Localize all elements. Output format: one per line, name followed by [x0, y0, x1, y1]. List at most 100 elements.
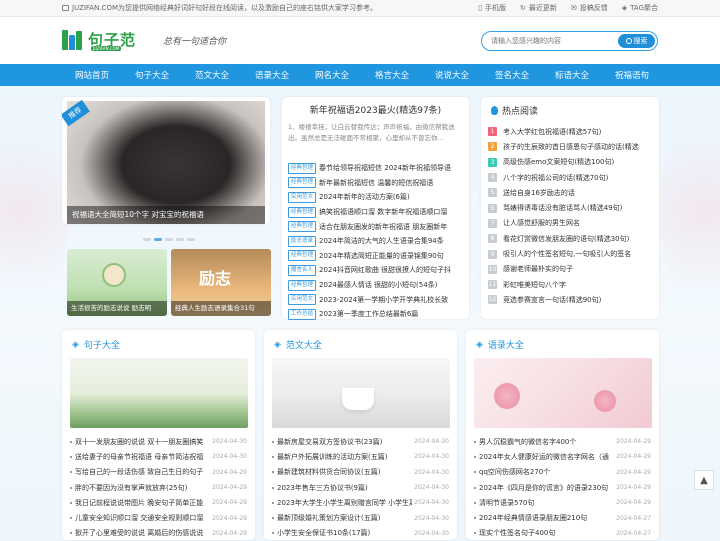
item-title[interactable]: qq空间伤感网名270个: [474, 467, 614, 477]
nav-essays[interactable]: 范文大全: [182, 69, 242, 81]
hot-item-title[interactable]: 八个字的祝福公司的话(精选70句): [503, 173, 608, 183]
category-label[interactable]: 经典哲理: [288, 162, 317, 174]
item-title[interactable]: 2023年售车三方协议书(9篇): [272, 483, 412, 493]
item-title[interactable]: 适合在朋友圈发的新年祝福语 朋友圈新年: [319, 222, 447, 232]
item-title[interactable]: 2024年女人健康好运的微信名字网名（通: [474, 452, 614, 462]
list-item[interactable]: 2023年大学生小学生离别赠言同学 小学生离别 2024-04-30: [272, 495, 449, 510]
hot-item[interactable]: 7 让人感觉舒服的男生网名: [488, 216, 652, 231]
list-item[interactable]: 最新顶级婚礼策划方案设计(五篇) 2024-04-30: [272, 510, 449, 525]
item-title[interactable]: 春节给领导祝福短信 2024新年祝福领导语: [319, 163, 451, 173]
hot-item[interactable]: 9 吸引人的个性签名短句,一句吸引人的签名: [488, 246, 652, 261]
list-item[interactable]: 实用范文 2024年新年的活动方案(6篇): [288, 190, 463, 205]
slider-dot-active[interactable]: [154, 238, 162, 241]
hot-item-title[interactable]: 高级伤感emo文案短句(精选100句): [503, 157, 614, 167]
hot-item-title[interactable]: 孩子的生辰致的首日感恩句子感动的话(精选: [503, 142, 639, 152]
list-item[interactable]: qq空间伤感网名270个 2024-04-29: [474, 465, 651, 480]
card-image[interactable]: [70, 358, 248, 428]
category-label[interactable]: 赠言名人: [288, 264, 317, 276]
nav-home[interactable]: 网站首页: [62, 69, 122, 81]
list-item[interactable]: 写给自己的一段话伤感 致自己生日的句子 2024-04-29: [70, 465, 247, 480]
category-label[interactable]: 励志语录: [288, 235, 317, 247]
recent-updates-link[interactable]: ↻ 最近更新: [520, 3, 557, 13]
item-title[interactable]: 2024年简洁的大气的人生语录合集94条: [319, 236, 444, 246]
item-title[interactable]: 双十一发朋友圈的说说 双十一朋友圈搞笑: [70, 437, 210, 447]
list-item[interactable]: 2024年女人健康好运的微信名字网名（通 2024-04-29: [474, 449, 651, 464]
slider-caption[interactable]: 祝福语大全简短10个字 对宝宝的祝福语: [67, 206, 265, 224]
list-item[interactable]: 最新房屋交易双方签协议书(23篇) 2024-04-30: [272, 434, 449, 449]
item-title[interactable]: 儿童安全知识顺口溜 交通安全规则顺口溜: [70, 513, 210, 523]
mobile-link[interactable]: ▯ 手机版: [478, 3, 506, 13]
list-item[interactable]: 清明节语录570句 2024-04-29: [474, 495, 651, 510]
category-label[interactable]: 经典哲理: [288, 279, 317, 291]
list-item[interactable]: 最新建筑材料供货合同协议(五篇) 2024-04-30: [272, 465, 449, 480]
feedback-link[interactable]: ✉ 投稿反馈: [571, 3, 608, 13]
item-title[interactable]: 2024年新年的活动方案(6篇): [319, 192, 410, 202]
hot-item-title[interactable]: 吸引人的个性签名短句,一句吸引人的签名: [503, 249, 631, 259]
list-item[interactable]: 我日记前程说说带图片 晚安句子简单正能 2024-04-29: [70, 495, 247, 510]
item-title[interactable]: 2024最感人情话 很甜的小短句(54条): [319, 280, 437, 290]
headline-title[interactable]: 新年祝福语2023最火(精选97条): [288, 103, 463, 116]
nav-mottos[interactable]: 格言大全: [362, 69, 422, 81]
hot-item[interactable]: 6 骂婊得诱毒话没有脏话骂人(精选49句): [488, 200, 652, 215]
item-title[interactable]: 2024年《四月是你的谎言》的语录230句: [474, 483, 614, 493]
hot-item-title[interactable]: 竞选参赛宣言一句话(精选90句): [503, 295, 601, 305]
category-label[interactable]: 经典哲理: [288, 177, 317, 189]
hot-item-title[interactable]: 考入大学红包祝福语(精选57句): [503, 127, 601, 137]
hot-item[interactable]: 11 彩虹唯美短句八个字: [488, 277, 652, 292]
category-label[interactable]: 实用范文: [288, 294, 317, 306]
list-item[interactable]: 男人沉稳霸气的微信名字400个 2024-04-29: [474, 434, 651, 449]
list-item[interactable]: 双十一发朋友圈的说说 双十一朋友圈搞笑 2024-04-30: [70, 434, 247, 449]
search-button[interactable]: 搜索: [618, 34, 655, 48]
list-item[interactable]: 赠言名人 2024抖音网红歌曲 很甜很撩人的短句子抖: [288, 263, 463, 278]
category-label[interactable]: 经典哲理: [288, 250, 317, 262]
item-title[interactable]: 小学生安全保证书10条(17篇): [272, 528, 412, 538]
hot-item[interactable]: 8 看花灯赏微信发朋友圈的语句(精选30句): [488, 231, 652, 246]
item-title[interactable]: 清明节语录570句: [474, 498, 614, 508]
hot-item[interactable]: 1 考入大学红包祝福语(精选57句): [488, 124, 652, 139]
category-label[interactable]: 经典哲理: [288, 206, 317, 218]
category-label[interactable]: 实用范文: [288, 191, 317, 203]
item-title[interactable]: 新年最新祝福短信 温馨的短信祝福语: [319, 178, 433, 188]
slider-dot[interactable]: [187, 238, 195, 241]
list-item[interactable]: 经典哲理 适合在朋友圈发的新年祝福语 朋友圈新年: [288, 219, 463, 234]
nav-moods[interactable]: 说说大全: [422, 69, 482, 81]
hot-item[interactable]: 12 竞选参赛宣言一句话(精选90句): [488, 292, 652, 307]
nav-slogans[interactable]: 标语大全: [542, 69, 602, 81]
item-title[interactable]: 现实个性签名句子400句: [474, 528, 614, 538]
hot-item-title[interactable]: 送给自身16岁励志的话: [503, 188, 575, 198]
slider-dot[interactable]: [165, 238, 173, 241]
list-item[interactable]: 2024年《四月是你的谎言》的语录230句 2024-04-29: [474, 480, 651, 495]
card-title[interactable]: 句子大全: [84, 338, 120, 351]
list-item[interactable]: 实用范文 2023-2024第一学期小学开学典礼校长致: [288, 292, 463, 307]
card-title[interactable]: 语录大全: [488, 338, 524, 351]
item-title[interactable]: 2023第一季度工作总结最新6篇: [319, 309, 418, 319]
nav-signatures[interactable]: 签名大全: [482, 69, 542, 81]
hot-item[interactable]: 3 高级伤感emo文案短句(精选100句): [488, 155, 652, 170]
list-item[interactable]: 经典哲理 新年最新祝福短信 温馨的短信祝福语: [288, 176, 463, 191]
thumb-card[interactable]: 励志 经典人生励志语录集合31句: [171, 249, 271, 316]
thumb-card[interactable]: 生活很苦的励志说说 励志明: [67, 249, 167, 316]
item-title[interactable]: 送给妻子的母亲节祝福语 母亲节简洁祝福: [70, 452, 210, 462]
card-title[interactable]: 范文大全: [286, 338, 322, 351]
nav-nicknames[interactable]: 网名大全: [302, 69, 362, 81]
item-title[interactable]: 最新建筑材料供货合同协议(五篇): [272, 467, 412, 477]
item-title[interactable]: 最新房屋交易双方签协议书(23篇): [272, 437, 412, 447]
list-item[interactable]: 儿童安全知识顺口溜 交通安全规则顺口溜 2024-04-29: [70, 510, 247, 525]
item-title[interactable]: 2023年大学生小学生离别赠言同学 小学生离别: [272, 498, 412, 508]
featured-slider[interactable]: 推荐 祝福语大全简短10个字 对宝宝的祝福语: [62, 97, 270, 224]
hot-item[interactable]: 5 送给自身16岁励志的话: [488, 185, 652, 200]
slider-dot[interactable]: [176, 238, 184, 241]
slider-dot[interactable]: [143, 238, 151, 241]
back-to-top-button[interactable]: ▲: [694, 470, 714, 490]
list-item[interactable]: 小学生安全保证书10条(17篇) 2024-04-30: [272, 526, 449, 541]
hot-item[interactable]: 2 孩子的生辰致的首日感恩句子感动的话(精选: [488, 139, 652, 154]
hot-item-title[interactable]: 让人感觉舒服的男生网名: [503, 218, 580, 228]
item-title[interactable]: 搞笑祝福语顺口溜 数字新年祝福语顺口溜: [319, 207, 447, 217]
list-item[interactable]: 励志语录 2024年简洁的大气的人生语录合集94条: [288, 234, 463, 249]
list-item[interactable]: 2023年售车三方协议书(9篇) 2024-04-30: [272, 480, 449, 495]
list-item[interactable]: 掀开了心里难受的说说 离婚后的伤感说说 2024-04-29: [70, 526, 247, 541]
card-image[interactable]: [474, 358, 652, 428]
item-title[interactable]: 2023-2024第一学期小学开学典礼校长致: [319, 295, 448, 305]
item-title[interactable]: 最新顶级婚礼策划方案设计(五篇): [272, 513, 412, 523]
card-image[interactable]: [272, 358, 450, 428]
